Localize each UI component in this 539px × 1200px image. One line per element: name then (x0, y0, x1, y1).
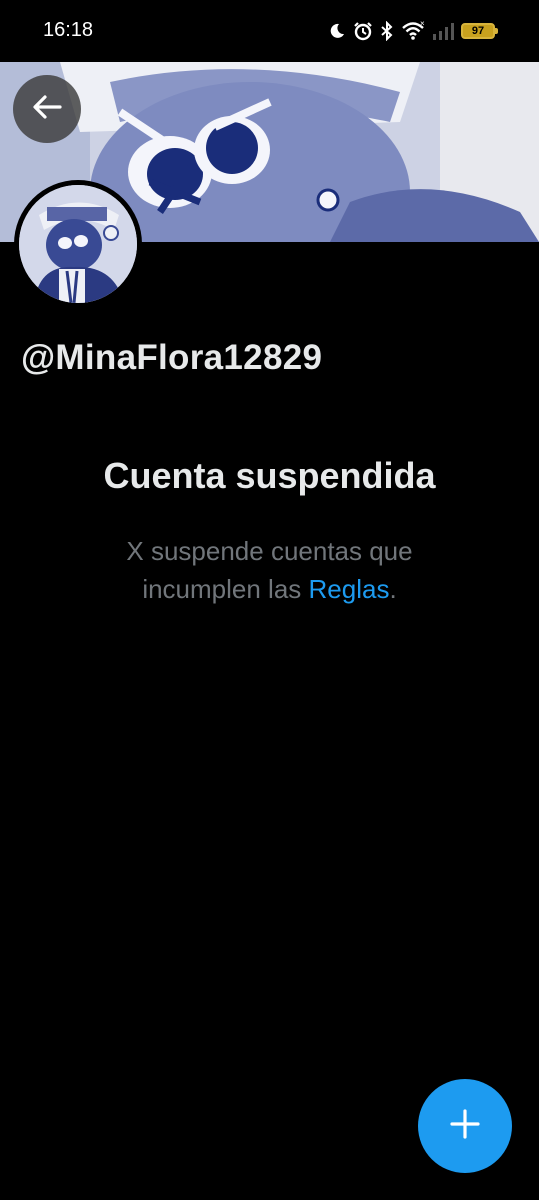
battery-icon: 97 (461, 23, 498, 39)
avatar[interactable] (14, 180, 142, 308)
svg-text:×: × (420, 21, 425, 28)
signal-icon (432, 21, 454, 41)
profile-handle: @MinaFlora12829 (21, 338, 323, 377)
status-bar: 16:18 × 97 (0, 0, 539, 62)
suspended-message: X suspende cuentas que incumplen las Reg… (90, 532, 449, 608)
rules-link[interactable]: Reglas (309, 574, 390, 604)
compose-button[interactable] (418, 1079, 512, 1173)
status-time: 16:18 (43, 19, 94, 41)
bluetooth-icon (380, 21, 394, 41)
avatar-image (19, 185, 137, 303)
wifi-icon: × (401, 21, 425, 41)
plus-icon (449, 1108, 481, 1145)
suspended-message-end: . (389, 574, 397, 604)
status-icons: × 97 (328, 18, 498, 44)
alarm-icon (353, 21, 373, 41)
moon-icon (328, 22, 346, 40)
suspended-title: Cuenta suspendida (103, 455, 436, 496)
back-button[interactable] (13, 75, 81, 143)
arrow-left-icon (30, 90, 64, 129)
